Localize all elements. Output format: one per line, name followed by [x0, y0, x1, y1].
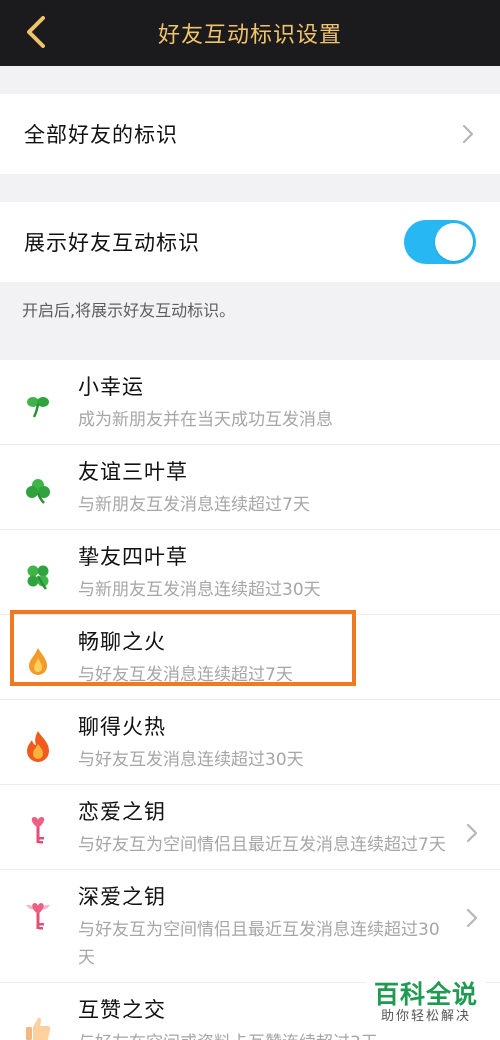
badge-name: 友谊三叶草	[78, 460, 188, 484]
badge-item[interactable]: 小幸运 成为新朋友并在当天成功互发消息	[0, 360, 500, 445]
big-flame-icon	[22, 730, 54, 762]
badge-description: 成为新朋友并在当天成功互发消息	[78, 410, 333, 430]
display-badge-row: 展示好友互动标识	[0, 202, 500, 282]
badge-item[interactable]: 聊得火热 与好友互发消息连续超过30天	[0, 700, 500, 785]
chevron-left-icon	[27, 16, 45, 48]
badge-name: 聊得火热	[78, 715, 166, 739]
display-badge-toggle[interactable]	[404, 220, 476, 264]
all-friends-badge-row[interactable]: 全部好友的标识	[0, 94, 500, 174]
toggle-knob	[435, 223, 473, 261]
three-leaf-clover-icon	[22, 475, 54, 507]
chevron-right-icon	[460, 122, 476, 146]
highlight-box	[10, 610, 356, 686]
page-title: 好友互动标识设置	[157, 23, 342, 48]
navigation-bar: 好友互动标识设置	[0, 0, 500, 66]
badge-name: 深爱之钥	[78, 885, 166, 909]
badge-item[interactable]: 友谊三叶草 与新朋友互发消息连续超过7天	[0, 445, 500, 530]
love-key-icon	[22, 815, 54, 847]
badge-list: 小幸运 成为新朋友并在当天成功互发消息 友谊三叶草 与新朋友互发消息连续超过7天	[0, 360, 500, 1040]
display-badge-label: 展示好友互动标识	[24, 231, 200, 255]
toggle-hint: 开启后,将展示好友互动标识。	[22, 301, 236, 320]
all-friends-label: 全部好友的标识	[24, 123, 178, 147]
badge-description: 与新朋友互发消息连续超过30天	[78, 580, 321, 600]
chevron-right-icon	[466, 908, 478, 932]
four-leaf-clover-icon	[22, 560, 54, 592]
two-leaf-clover-icon	[22, 390, 54, 422]
badge-item[interactable]: 恋爱之钥 与好友互为空间情侣且最近互发消息连续超过7天	[0, 785, 500, 870]
badge-item[interactable]: 深爱之钥 与好友互为空间情侣且最近互发消息连续超过30天	[0, 870, 500, 983]
badge-name: 恋爱之钥	[78, 800, 166, 824]
badge-description: 与好友互为空间情侣且最近互发消息连续超过30天	[78, 920, 440, 968]
badge-item[interactable]: 挚友四叶草 与新朋友互发消息连续超过30天	[0, 530, 500, 615]
thumbs-up-icon	[22, 1013, 54, 1040]
badge-name: 挚友四叶草	[78, 545, 188, 569]
chevron-right-icon	[466, 823, 478, 847]
watermark-subtitle: 助你轻松解决	[380, 1009, 471, 1024]
back-button[interactable]	[18, 12, 54, 52]
badge-description: 与好友在空间或资料卡互赞连续超过3天	[78, 1029, 484, 1040]
watermark-title: 百科全说	[373, 980, 478, 1009]
badge-description: 与好友互发消息连续超过30天	[78, 750, 304, 770]
badge-description: 与好友互为空间情侣且最近互发消息连续超过7天	[78, 835, 446, 855]
badge-description: 与新朋友互发消息连续超过7天	[78, 495, 310, 515]
badge-name: 小幸运	[78, 375, 144, 399]
watermark: 百科全说 助你轻松解决	[366, 977, 486, 1028]
winged-key-icon	[22, 900, 54, 932]
